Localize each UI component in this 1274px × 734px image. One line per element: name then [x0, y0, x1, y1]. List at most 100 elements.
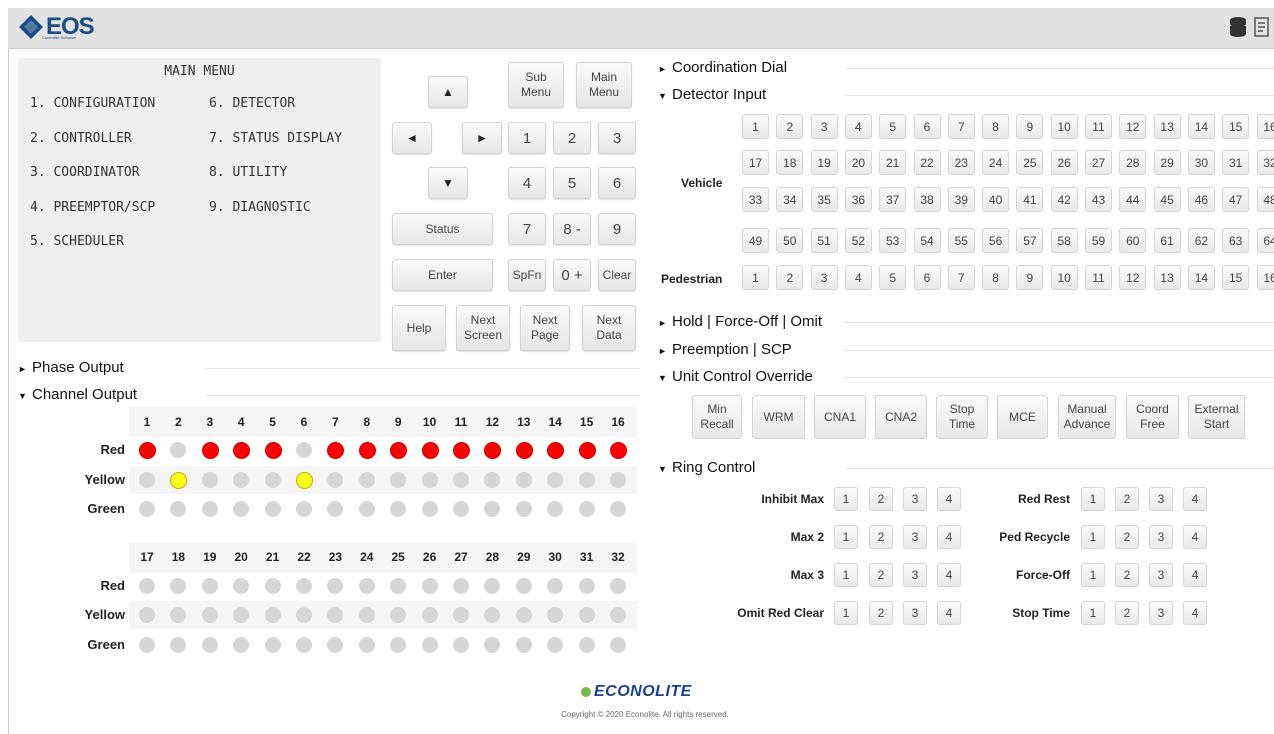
left-max-3-ring-2-button[interactable]: 2	[869, 563, 893, 587]
vehicle-detector-16-button[interactable]: 16	[1256, 114, 1274, 139]
left-max-3-ring-3-button[interactable]: 3	[903, 563, 927, 587]
menu-item-configuration[interactable]: 1. CONFIGURATION	[30, 96, 155, 111]
vehicle-detector-23-button[interactable]: 23	[947, 150, 975, 175]
min-recall-button[interactable]: Min Recall	[692, 395, 742, 439]
vehicle-detector-17-button[interactable]: 17	[742, 150, 769, 175]
menu-item-detector[interactable]: 6. DETECTOR	[209, 96, 295, 111]
vehicle-detector-3-button[interactable]: 3	[810, 114, 838, 139]
pedestrian-detector-1-button[interactable]: 1	[742, 265, 769, 290]
clear-button[interactable]: Clear	[598, 259, 636, 291]
vehicle-detector-50-button[interactable]: 50	[776, 228, 804, 253]
pedestrian-detector-12-button[interactable]: 12	[1119, 265, 1147, 290]
right-red-rest-ring-4-button[interactable]: 4	[1183, 487, 1207, 511]
vehicle-detector-56-button[interactable]: 56	[982, 228, 1010, 253]
report-icon[interactable]	[1254, 16, 1270, 44]
key-5-button[interactable]: 5	[553, 167, 591, 199]
phase-output-toggle[interactable]: ► Phase Output	[18, 359, 124, 376]
left-omit-red-clear-ring-2-button[interactable]: 2	[869, 601, 893, 625]
vehicle-detector-57-button[interactable]: 57	[1016, 228, 1044, 253]
unit-control-override-toggle[interactable]: ▼ Unit Control Override	[658, 368, 813, 385]
right-stop-time-ring-1-button[interactable]: 1	[1081, 601, 1105, 625]
preemption-scp-toggle[interactable]: ► Preemption | SCP	[658, 341, 792, 358]
main-menu-button[interactable]: Main Menu	[576, 62, 632, 108]
right-red-rest-ring-3-button[interactable]: 3	[1149, 487, 1173, 511]
vehicle-detector-37-button[interactable]: 37	[879, 187, 907, 212]
menu-item-status-display[interactable]: 7. STATUS DISPLAY	[209, 131, 342, 146]
menu-item-preemptor-scp[interactable]: 4. PREEMPTOR/SCP	[30, 200, 155, 215]
next-screen-button[interactable]: Next Screen	[456, 305, 510, 351]
pedestrian-detector-11-button[interactable]: 11	[1085, 265, 1112, 290]
vehicle-detector-33-button[interactable]: 33	[742, 187, 769, 212]
vehicle-detector-41-button[interactable]: 41	[1016, 187, 1044, 212]
down-arrow-button[interactable]: ▼	[428, 167, 468, 199]
vehicle-detector-58-button[interactable]: 58	[1050, 228, 1078, 253]
vehicle-detector-49-button[interactable]: 49	[742, 228, 769, 253]
external-start-button[interactable]: External Start	[1188, 395, 1245, 439]
pedestrian-detector-16-button[interactable]: 16	[1256, 265, 1274, 290]
key-3-button[interactable]: 3	[598, 122, 636, 154]
vehicle-detector-19-button[interactable]: 19	[810, 150, 838, 175]
right-ped-recycle-ring-4-button[interactable]: 4	[1183, 525, 1207, 549]
vehicle-detector-11-button[interactable]: 11	[1085, 114, 1112, 139]
right-ped-recycle-ring-3-button[interactable]: 3	[1149, 525, 1173, 549]
vehicle-detector-9-button[interactable]: 9	[1016, 114, 1044, 139]
spfn-button[interactable]: SpFn	[508, 259, 546, 291]
vehicle-detector-36-button[interactable]: 36	[844, 187, 872, 212]
pedestrian-detector-3-button[interactable]: 3	[810, 265, 838, 290]
key-4-button[interactable]: 4	[508, 167, 546, 199]
vehicle-detector-51-button[interactable]: 51	[810, 228, 838, 253]
right-force-off-ring-2-button[interactable]: 2	[1115, 563, 1139, 587]
pedestrian-detector-9-button[interactable]: 9	[1016, 265, 1044, 290]
right-red-rest-ring-1-button[interactable]: 1	[1081, 487, 1105, 511]
pedestrian-detector-2-button[interactable]: 2	[776, 265, 804, 290]
vehicle-detector-2-button[interactable]: 2	[776, 114, 804, 139]
left-inhibit-max-ring-1-button[interactable]: 1	[834, 487, 858, 511]
vehicle-detector-20-button[interactable]: 20	[844, 150, 872, 175]
coord-free-button[interactable]: Coord Free	[1126, 395, 1179, 439]
vehicle-detector-63-button[interactable]: 63	[1222, 228, 1250, 253]
vehicle-detector-44-button[interactable]: 44	[1119, 187, 1147, 212]
manual-advance-button[interactable]: Manual Advance	[1058, 395, 1116, 439]
vehicle-detector-14-button[interactable]: 14	[1187, 114, 1215, 139]
pedestrian-detector-13-button[interactable]: 13	[1153, 265, 1181, 290]
right-force-off-ring-1-button[interactable]: 1	[1081, 563, 1105, 587]
vehicle-detector-7-button[interactable]: 7	[947, 114, 975, 139]
vehicle-detector-28-button[interactable]: 28	[1119, 150, 1147, 175]
left-max-3-ring-1-button[interactable]: 1	[834, 563, 858, 587]
vehicle-detector-52-button[interactable]: 52	[844, 228, 872, 253]
detector-input-toggle[interactable]: ▼ Detector Input	[658, 86, 766, 103]
left-arrow-button[interactable]: ◄	[392, 122, 432, 154]
sub-menu-button[interactable]: Sub Menu	[508, 62, 564, 108]
key-1-button[interactable]: 1	[508, 122, 546, 154]
next-page-button[interactable]: Next Page	[520, 305, 570, 351]
vehicle-detector-64-button[interactable]: 64	[1256, 228, 1274, 253]
menu-item-coordinator[interactable]: 3. COORDINATOR	[30, 165, 140, 180]
left-inhibit-max-ring-2-button[interactable]: 2	[869, 487, 893, 511]
pedestrian-detector-7-button[interactable]: 7	[947, 265, 975, 290]
vehicle-detector-27-button[interactable]: 27	[1085, 150, 1112, 175]
key-0-plus-button[interactable]: 0 +	[553, 259, 591, 291]
left-max-2-ring-3-button[interactable]: 3	[903, 525, 927, 549]
vehicle-detector-35-button[interactable]: 35	[810, 187, 838, 212]
stop-time-button[interactable]: Stop Time	[936, 395, 988, 439]
vehicle-detector-60-button[interactable]: 60	[1119, 228, 1147, 253]
vehicle-detector-53-button[interactable]: 53	[879, 228, 907, 253]
vehicle-detector-55-button[interactable]: 55	[947, 228, 975, 253]
right-stop-time-ring-3-button[interactable]: 3	[1149, 601, 1173, 625]
vehicle-detector-38-button[interactable]: 38	[913, 187, 941, 212]
vehicle-detector-48-button[interactable]: 48	[1256, 187, 1274, 212]
enter-button[interactable]: Enter	[392, 259, 493, 291]
pedestrian-detector-10-button[interactable]: 10	[1050, 265, 1078, 290]
menu-item-utility[interactable]: 8. UTILITY	[209, 165, 287, 180]
hold-force-omit-toggle[interactable]: ► Hold | Force-Off | Omit	[658, 313, 822, 330]
pedestrian-detector-14-button[interactable]: 14	[1187, 265, 1215, 290]
key-7-button[interactable]: 7	[508, 213, 546, 245]
vehicle-detector-42-button[interactable]: 42	[1050, 187, 1078, 212]
mce-button[interactable]: MCE	[997, 395, 1048, 439]
vehicle-detector-8-button[interactable]: 8	[982, 114, 1010, 139]
vehicle-detector-59-button[interactable]: 59	[1085, 228, 1112, 253]
right-ped-recycle-ring-2-button[interactable]: 2	[1115, 525, 1139, 549]
left-omit-red-clear-ring-3-button[interactable]: 3	[903, 601, 927, 625]
vehicle-detector-31-button[interactable]: 31	[1222, 150, 1250, 175]
right-force-off-ring-4-button[interactable]: 4	[1183, 563, 1207, 587]
